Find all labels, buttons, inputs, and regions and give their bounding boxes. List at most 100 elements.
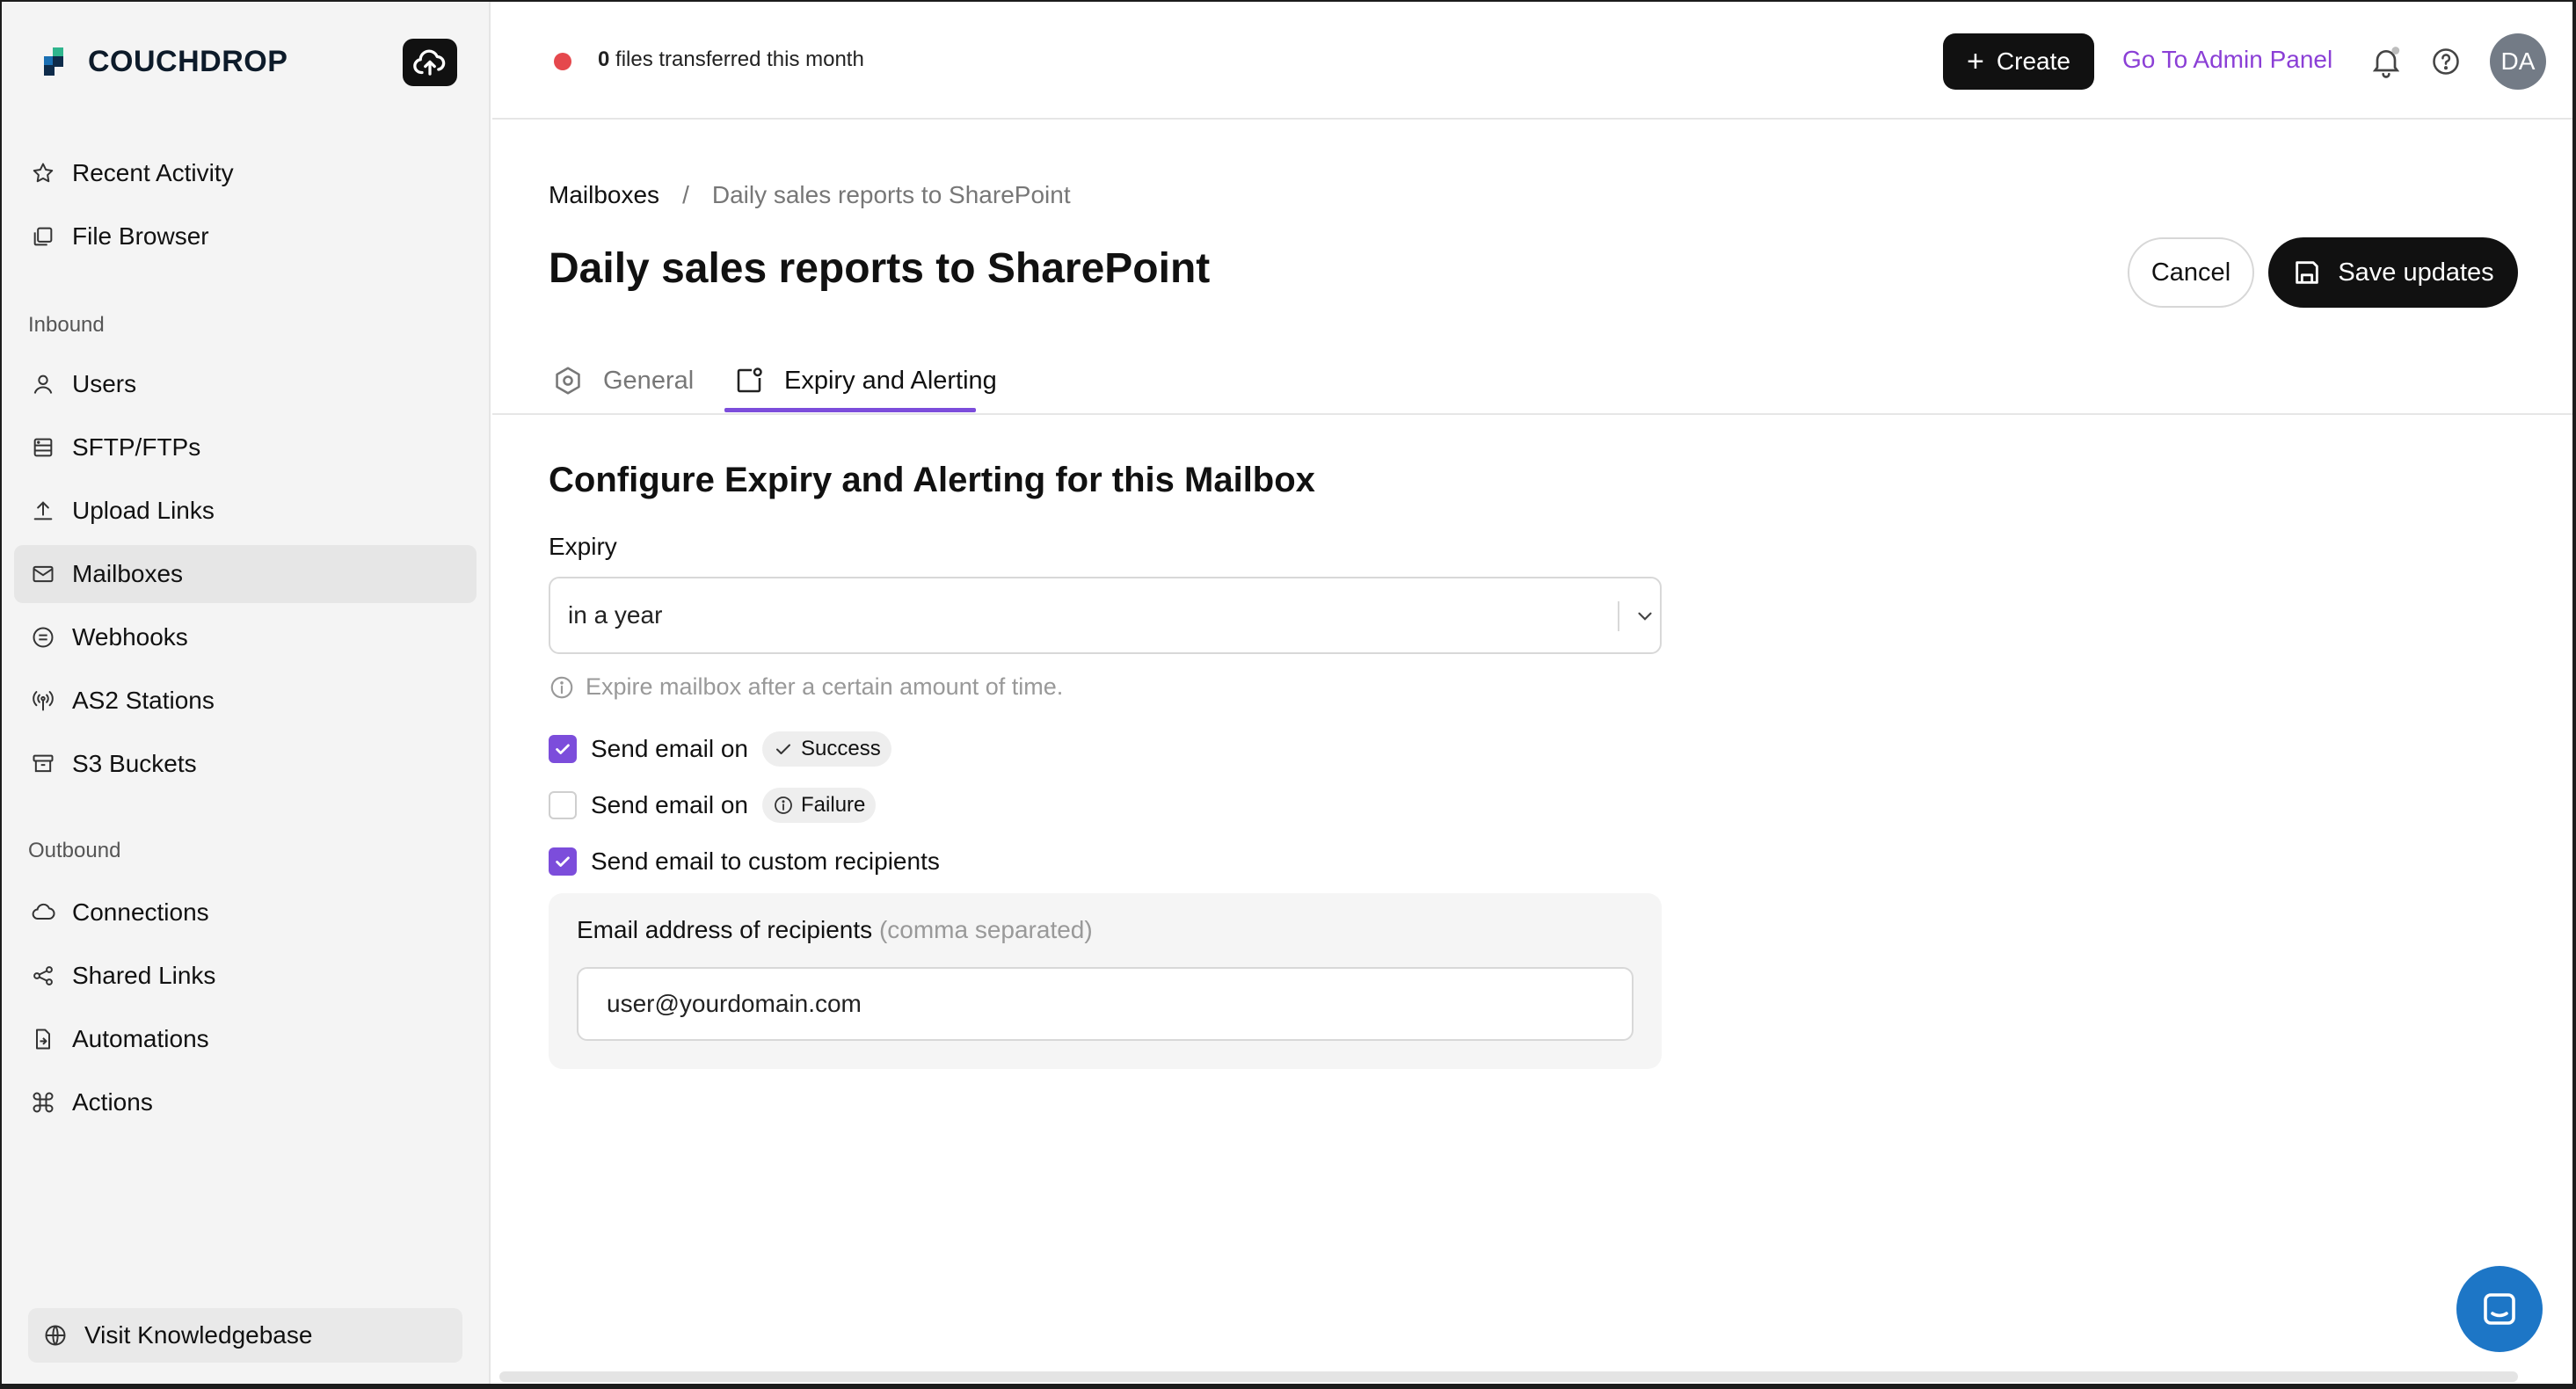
expiry-label: Expiry (549, 533, 617, 560)
knowledgebase-label: Visit Knowledgebase (84, 1321, 313, 1349)
expiry-select[interactable]: in a year (549, 577, 1662, 654)
sidebar-item-recent-activity[interactable]: Recent Activity (14, 144, 477, 202)
globe-icon (42, 1322, 69, 1349)
breadcrumb-mailboxes-link[interactable]: Mailboxes (549, 181, 659, 209)
upload-icon (30, 498, 56, 524)
info-circle-icon (775, 796, 792, 814)
sidebar-item-actions[interactable]: Actions (14, 1073, 477, 1131)
top-bar: 0 files transferred this month + Create … (492, 2, 2572, 120)
files-transferred-status: 0 files transferred this month (598, 47, 864, 72)
send-on-success-row: Send email on Success (549, 731, 891, 767)
chat-support-button[interactable] (2456, 1266, 2543, 1352)
sidebar-item-label: Mailboxes (72, 560, 184, 587)
notifications-bell-icon[interactable] (2369, 44, 2404, 79)
share-icon (30, 963, 56, 989)
sidebar-section-inbound: Inbound (28, 313, 105, 337)
tab-expiry-and-alerting[interactable]: Expiry and Alerting (728, 350, 997, 411)
breadcrumb: Mailboxes / Daily sales reports to Share… (549, 181, 1071, 209)
help-icon[interactable] (2430, 46, 2462, 77)
sidebar-item-label: Users (72, 370, 137, 397)
visit-knowledgebase-button[interactable]: Visit Knowledgebase (28, 1308, 462, 1363)
info-icon (550, 676, 573, 698)
custom-recipients-row: Send email to custom recipients (549, 844, 940, 879)
archive-icon (30, 751, 56, 777)
save-updates-button[interactable]: Save updates (2268, 237, 2518, 308)
failure-badge-label: Failure (801, 793, 866, 817)
send-on-failure-row: Send email on Failure (549, 788, 877, 823)
sidebar-item-label: Actions (72, 1088, 153, 1116)
upload-button[interactable] (403, 39, 457, 86)
tab-general[interactable]: General (552, 350, 694, 411)
sidebar-section-outbound: Outbound (28, 839, 121, 862)
sidebar-item-shared-links[interactable]: Shared Links (14, 947, 477, 1005)
active-tab-indicator (724, 408, 976, 412)
sidebar-item-label: S3 Buckets (72, 750, 197, 777)
create-button[interactable]: + Create (1943, 33, 2094, 90)
checkmark-icon (776, 744, 791, 754)
create-label: Create (1996, 47, 2070, 75)
recipients-email-input[interactable] (577, 967, 1634, 1041)
save-label: Save updates (2338, 258, 2494, 287)
success-badge-label: Success (801, 737, 881, 760)
star-icon (30, 160, 56, 186)
chat-icon (2484, 1293, 2515, 1325)
sidebar-item-users[interactable]: Users (14, 355, 477, 413)
tab-bar: General Expiry and Alerting (492, 345, 2572, 415)
tab-label: Expiry and Alerting (784, 366, 997, 395)
save-icon (2296, 261, 2319, 284)
user-icon (30, 371, 56, 397)
section-title: Configure Expiry and Alerting for this M… (549, 461, 1315, 499)
recipients-label: Email address of recipients (comma separ… (577, 916, 1093, 944)
couchdrop-logo-icon (44, 47, 69, 76)
sidebar-item-label: Shared Links (72, 962, 216, 989)
sidebar-item-label: Webhooks (72, 623, 188, 651)
sidebar-item-label: Automations (72, 1025, 209, 1052)
sidebar-item-as2-stations[interactable]: AS2 Stations (14, 672, 477, 730)
antenna-icon (30, 687, 56, 714)
server-icon (30, 434, 56, 461)
sidebar-item-connections[interactable]: Connections (14, 884, 477, 942)
sidebar-item-sftp-ftps[interactable]: SFTP/FTPs (14, 418, 477, 476)
sidebar-item-s3-buckets[interactable]: S3 Buckets (14, 735, 477, 793)
files-icon (30, 223, 56, 250)
command-icon (30, 1089, 56, 1116)
notification-square-icon (737, 367, 762, 393)
send-on-failure-label: Send email on (591, 791, 749, 818)
admin-panel-link[interactable]: Go To Admin Panel (2122, 46, 2332, 74)
recipients-label-hint: (comma separated) (878, 916, 1093, 943)
select-divider (1618, 601, 1619, 631)
sidebar-item-automations[interactable]: Automations (14, 1010, 477, 1068)
check-icon (556, 856, 570, 867)
tab-label: General (603, 366, 695, 395)
sidebar-item-label: Connections (72, 898, 209, 926)
brand[interactable]: COUCHDROP (44, 40, 287, 83)
webhook-icon (30, 624, 56, 651)
sidebar-item-upload-links[interactable]: Upload Links (14, 482, 477, 540)
custom-recipients-checkbox[interactable] (549, 847, 577, 876)
recipients-label-text: Email address of recipients (577, 916, 873, 943)
breadcrumb-separator: / (682, 181, 689, 208)
files-text: files transferred this month (609, 47, 864, 71)
page-title: Daily sales reports to SharePoint (549, 245, 1211, 292)
sidebar-item-label: File Browser (72, 222, 209, 250)
horizontal-scrollbar[interactable] (499, 1371, 2518, 1382)
cloud-upload-icon (413, 49, 446, 76)
check-icon (556, 744, 570, 754)
breadcrumb-current: Daily sales reports to SharePoint (711, 181, 1071, 208)
sidebar-item-webhooks[interactable]: Webhooks (14, 608, 477, 666)
chevron-down-icon (1638, 612, 1652, 621)
sidebar-item-mailboxes[interactable]: Mailboxes (14, 545, 477, 603)
cancel-button[interactable]: Cancel (2128, 237, 2254, 308)
sidebar-item-label: Upload Links (72, 497, 215, 524)
automation-icon (30, 1026, 56, 1052)
sidebar: COUCHDROP Recent Activity File Browser I… (2, 2, 491, 1384)
expiry-selected-value: in a year (568, 601, 663, 629)
user-avatar[interactable]: DA (2490, 33, 2546, 90)
plus-icon: + (1967, 45, 1984, 78)
sidebar-item-label: Recent Activity (72, 159, 234, 186)
sidebar-item-label: AS2 Stations (72, 687, 215, 714)
send-on-success-checkbox[interactable] (549, 735, 577, 763)
cloud-icon (30, 899, 56, 926)
send-on-failure-checkbox[interactable] (549, 791, 577, 819)
sidebar-item-file-browser[interactable]: File Browser (14, 207, 477, 265)
